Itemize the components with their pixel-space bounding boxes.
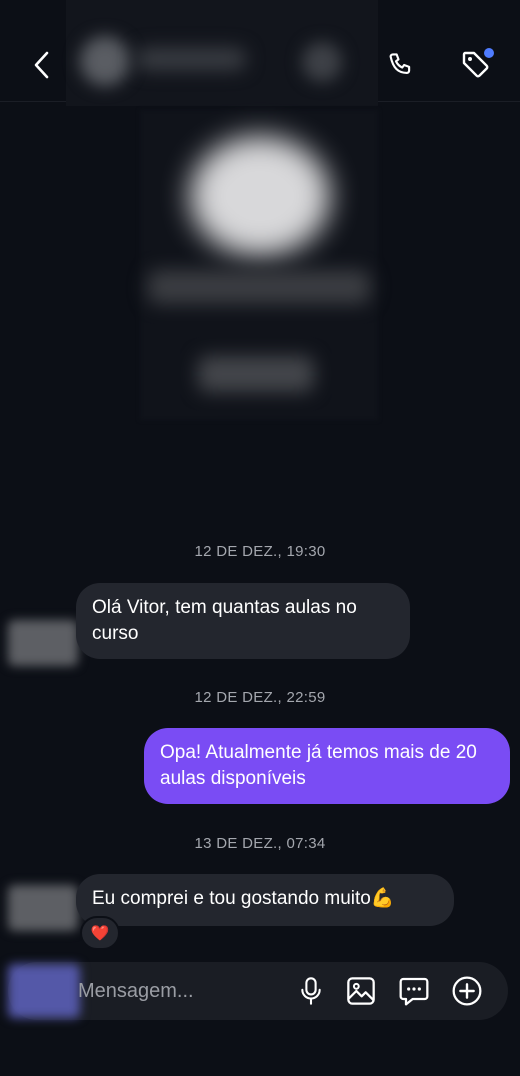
message-timestamp: 13 DE DEZ., 07:34 [194,835,326,852]
avatar[interactable] [8,964,80,1018]
phone-icon [389,53,411,74]
avatar[interactable] [8,620,78,666]
heart-reaction[interactable]: ❤️ [80,916,120,950]
notification-badge [484,48,494,58]
message-timestamp: 12 DE DEZ., 19:30 [194,543,326,560]
contact-info-redacted[interactable] [66,0,378,106]
chevron-left-icon [34,51,49,79]
message-input[interactable] [78,976,278,1006]
chat-icon [399,977,429,1006]
gallery-button[interactable] [344,974,378,1008]
chat-header [0,0,520,106]
tag-button[interactable] [456,44,496,86]
call-button[interactable] [382,44,420,86]
outgoing-message[interactable]: Opa! Atualmente já temos mais de 20 aula… [144,728,510,804]
message-composer [8,962,508,1020]
incoming-message[interactable]: Olá Vitor, tem quantas aulas no curso [76,583,410,659]
microphone-icon [301,977,321,1005]
heart-icon: ❤️ [90,925,110,942]
image-icon [347,977,375,1005]
voice-message-button[interactable] [294,974,328,1008]
avatar[interactable] [8,885,78,931]
message-timestamp: 12 DE DEZ., 22:59 [194,689,326,706]
add-button[interactable] [450,974,484,1008]
back-button[interactable] [24,44,60,86]
add-icon [452,976,482,1006]
profile-summary-redacted [140,110,378,420]
sticker-button[interactable] [397,974,431,1008]
incoming-message[interactable]: Eu comprei e tou gostando muito💪 [76,874,454,926]
